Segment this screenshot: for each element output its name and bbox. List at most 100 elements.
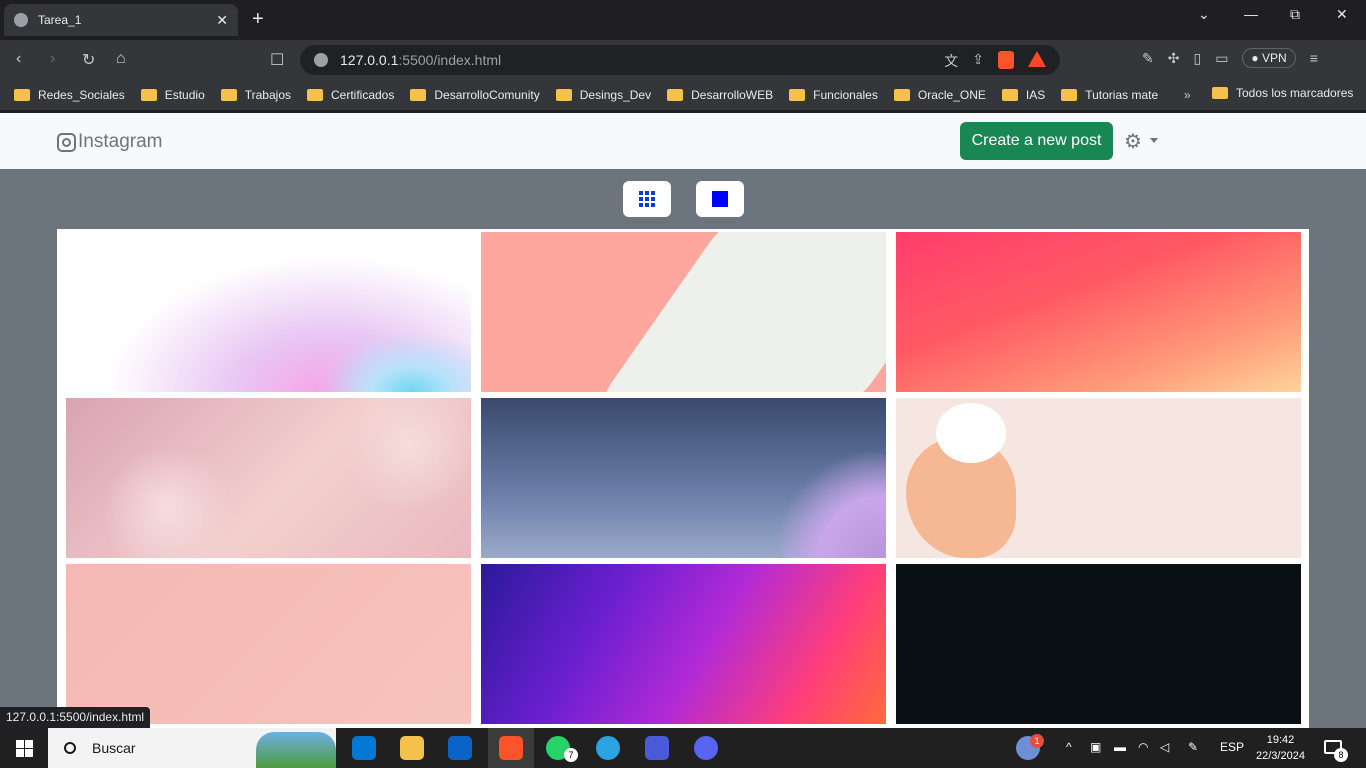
bookmark-label: IAS — [1025, 88, 1046, 102]
language-indicator[interactable]: ESP — [1220, 740, 1244, 754]
folder-icon — [893, 89, 910, 101]
clock[interactable]: 19:42 22/3/2024 — [1256, 732, 1305, 764]
file-explorer-icon[interactable] — [400, 736, 424, 760]
share-icon[interactable]: ⇪ — [972, 51, 984, 71]
reload-icon[interactable]: ↻ — [82, 50, 95, 70]
folder-icon — [14, 89, 30, 101]
gallery-image[interactable] — [66, 398, 471, 558]
wallet-icon[interactable]: ▭ — [1215, 50, 1228, 67]
discord-icon[interactable] — [694, 736, 718, 760]
home-icon[interactable]: ⌂ — [116, 50, 126, 68]
status-bar-url: 127.0.0.1:5500/index.html — [0, 707, 151, 728]
brand-name: Instagram — [78, 131, 163, 152]
windows-start-icon[interactable] — [16, 740, 33, 757]
folder-icon — [1001, 89, 1018, 101]
bookmark-folder[interactable]: Redes_Sociales — [14, 88, 125, 102]
gallery-image[interactable] — [896, 232, 1301, 392]
outlook-icon[interactable] — [448, 736, 472, 760]
browser-tab-bar: Tarea_1 ✕ + ⌄ — ⧉ ✕ — [0, 0, 1366, 40]
more-bookmarks-chevron[interactable]: » — [1184, 88, 1191, 102]
bookmark-folder[interactable]: Desings_Dev — [555, 88, 652, 102]
extensions-icon[interactable]: ✣ — [1168, 50, 1180, 67]
grid-view-button[interactable] — [623, 181, 671, 217]
app-icon[interactable] — [645, 736, 669, 760]
bookmark-label: DesarrolloComunity — [434, 88, 540, 102]
notifications-badge: 8 — [1334, 748, 1348, 762]
url-host: 127.0.0.1 — [340, 52, 399, 68]
gallery-image[interactable] — [66, 564, 471, 724]
gallery-image[interactable] — [481, 564, 886, 724]
bookmark-label: Tutorias mate — [1085, 88, 1159, 102]
pen-icon[interactable]: ✎ — [1188, 740, 1198, 754]
all-bookmarks-folder[interactable]: Todos los marcadores — [1212, 86, 1353, 100]
globe-icon — [14, 13, 28, 27]
gear-icon[interactable]: ⚙ — [1124, 129, 1142, 154]
pen-icon[interactable]: ✎ — [1142, 50, 1154, 67]
chevron-down-icon[interactable] — [1150, 138, 1158, 143]
bookmark-folder[interactable]: Estudio — [140, 88, 205, 102]
gallery-image[interactable] — [481, 232, 886, 392]
bookmark-label: Oracle_ONE — [917, 88, 986, 102]
close-tab-icon[interactable]: ✕ — [216, 12, 228, 29]
bookmark-label: Desings_Dev — [579, 88, 652, 102]
back-icon[interactable]: ‹ — [16, 50, 21, 68]
navbar: Instagram Create a new post ⚙ — [0, 113, 1366, 169]
single-view-button[interactable] — [696, 181, 744, 217]
tab-search-chevron-icon[interactable]: ⌄ — [1198, 6, 1210, 23]
browser-tab[interactable]: Tarea_1 ✕ — [4, 4, 238, 36]
bookmark-folder[interactable]: Tutorias mate — [1061, 88, 1158, 102]
meet-icon[interactable]: ▣ — [1090, 740, 1101, 754]
menu-icon[interactable]: ≡ — [1310, 50, 1318, 66]
brave-browser-icon[interactable] — [499, 736, 523, 760]
bookmark-label: DesarrolloWEB — [691, 88, 774, 102]
bookmark-label: Estudio — [164, 88, 205, 102]
bookmarks-bar: Redes_Sociales Estudio Trabajos Certific… — [0, 80, 1366, 110]
weather-badge: 1 — [1030, 734, 1044, 748]
vpn-button[interactable]: ● VPN — [1242, 48, 1296, 68]
bookmark-label: Funcionales — [813, 88, 878, 102]
bookmark-label: Certificados — [331, 88, 395, 102]
bookmark-folder[interactable]: DesarrolloComunity — [410, 88, 540, 102]
forward-icon[interactable]: › — [50, 50, 55, 68]
gallery-image[interactable] — [481, 398, 886, 558]
site-info-icon[interactable] — [314, 53, 328, 67]
brand-link[interactable]: Instagram — [57, 131, 162, 153]
new-tab-button[interactable]: + — [252, 8, 264, 31]
bookmark-folder[interactable]: Trabajos — [220, 88, 291, 102]
show-hidden-icons[interactable]: ^ — [1066, 740, 1072, 754]
battery-icon[interactable]: ▬ — [1114, 740, 1126, 754]
taskbar: Buscar 7 1 ^ ▣ ▬ ◠ ◁ ✎ ESP 19:42 22/3/20… — [0, 728, 1366, 768]
vpn-label: VPN — [1262, 51, 1287, 65]
bookmark-folder[interactable]: Certificados — [307, 88, 394, 102]
bookmark-folder[interactable]: Funcionales — [789, 88, 878, 102]
translate-icon[interactable]: 文 — [944, 51, 958, 71]
time: 19:42 — [1266, 734, 1295, 746]
tab-title: Tarea_1 — [38, 13, 82, 27]
telegram-icon[interactable] — [596, 736, 620, 760]
gallery-image[interactable] — [66, 232, 471, 392]
restore-button[interactable]: ⧉ — [1290, 6, 1300, 23]
wifi-icon[interactable]: ◠ — [1138, 740, 1148, 754]
folder-icon — [1061, 89, 1078, 101]
address-bar[interactable]: 127.0.0.1:5500/index.html 文 ⇪ — [300, 45, 1060, 75]
sidebar-icon[interactable]: ▯ — [1193, 50, 1201, 67]
bookmark-folder[interactable]: Oracle_ONE — [893, 88, 986, 102]
vscode-icon[interactable] — [352, 736, 376, 760]
search-highlight-image — [256, 732, 336, 768]
bookmark-folder[interactable]: DesarrolloWEB — [667, 88, 773, 102]
brave-rewards-icon[interactable] — [1028, 51, 1046, 67]
taskbar-search[interactable]: Buscar — [48, 728, 336, 768]
close-window-button[interactable]: ✕ — [1336, 6, 1348, 23]
bookmark-icon[interactable]: ☐ — [270, 50, 284, 70]
brave-shields-icon[interactable] — [998, 51, 1014, 69]
all-bookmarks-label: Todos los marcadores — [1236, 86, 1354, 100]
bookmark-folder[interactable]: IAS — [1001, 88, 1046, 102]
gallery-image[interactable] — [896, 564, 1301, 724]
gallery-image[interactable] — [896, 398, 1301, 558]
create-post-button[interactable]: Create a new post — [960, 122, 1113, 160]
search-label: Buscar — [92, 740, 136, 756]
folder-icon — [307, 89, 323, 101]
search-icon — [64, 742, 76, 754]
volume-icon[interactable]: ◁ — [1160, 740, 1169, 754]
minimize-button[interactable]: — — [1244, 6, 1258, 22]
